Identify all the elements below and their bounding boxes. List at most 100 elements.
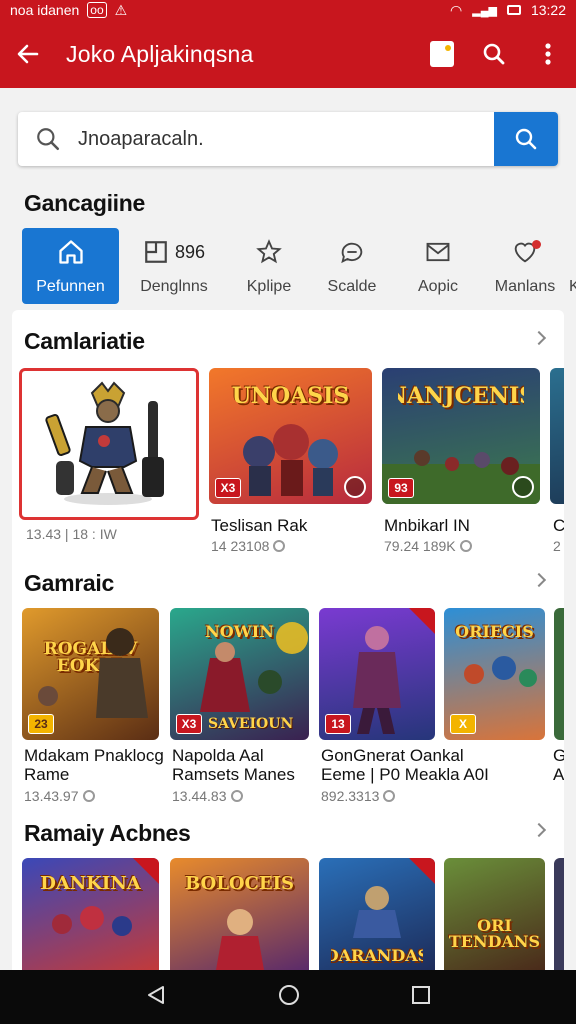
meta-text: 79.24 189K (384, 538, 456, 554)
game-art (52, 906, 132, 936)
search-icon[interactable] (480, 40, 508, 68)
meta-text: 14 23108 (211, 538, 270, 554)
game-meta: 13.44.83 (172, 788, 243, 804)
search-button[interactable] (494, 112, 558, 166)
signal-icon: ▂▄▆ (472, 4, 497, 17)
game-name: Napolda Aal Ramsets Manes (172, 746, 295, 784)
game-banner: ORI TENDANS (448, 916, 541, 951)
chip-label: Manlans (494, 278, 556, 295)
search-bar (18, 112, 558, 166)
game-meta: 13.43.97 (24, 788, 95, 804)
rating-badge: 23 (28, 714, 54, 734)
rating-badge: 13 (325, 714, 351, 734)
search-icon (18, 126, 78, 152)
chip-2[interactable]: 896 Denglnns (119, 228, 229, 304)
game-tile[interactable]: ROGALAV EOKLE 23 (22, 608, 159, 740)
game-name: Mdakam Pnaklocg Rame (24, 746, 164, 784)
game-tile[interactable]: 13 (319, 608, 435, 740)
meta-text: 13.44.83 (172, 788, 227, 804)
meta-text: 2 (553, 538, 561, 554)
game-tile-partial[interactable] (554, 858, 564, 970)
name-line: A (553, 765, 564, 784)
game-art (216, 909, 264, 970)
chip-7[interactable]: Ki (569, 228, 576, 304)
chip-6[interactable]: Manlans (481, 228, 569, 304)
chip-label: Pefunnen (36, 278, 105, 295)
game-meta: 2 (553, 538, 564, 554)
clock: 13:22 (530, 2, 566, 18)
game-tile[interactable]: UNOASIS X3 (209, 368, 372, 504)
game-meta: 13.43 | 18 : IW (26, 526, 117, 542)
name-line: Rame (24, 765, 70, 784)
game-tile[interactable]: DARANDAS (319, 858, 435, 970)
game-name: GA (553, 746, 564, 784)
category-chips: Pefunnen 896 Denglnns Kplipe Scalde Aopi… (22, 228, 576, 304)
rating-badge: X3 (176, 714, 202, 734)
game-tile-selected[interactable] (19, 368, 199, 520)
more-options-icon[interactable] (534, 40, 562, 68)
back-arrow-icon[interactable] (14, 40, 42, 68)
chip-4[interactable]: Scalde (309, 228, 395, 304)
character-illustration (45, 381, 164, 505)
game-tile[interactable]: NOWIN SAVEIOUN X3 (170, 608, 309, 740)
home-circle-icon[interactable] (277, 983, 301, 1012)
game-name: Teslisan Rak (211, 516, 308, 535)
chip-label: Denglnns (140, 278, 208, 295)
name-line: GonGnerat Oankal (321, 746, 464, 765)
download-icon (230, 790, 243, 802)
chip-label: Kplipe (246, 278, 292, 295)
system-nav-bar (0, 970, 576, 1024)
download-icon (383, 790, 396, 802)
chip-3[interactable]: Kplipe (229, 228, 309, 304)
app-title: Joko Apljakinqsna (66, 40, 254, 67)
game-meta: 892.3313 (321, 788, 396, 804)
game-tile[interactable]: BOLOCEIS (170, 858, 309, 970)
grid-icon: 896 (143, 238, 205, 266)
game-tile[interactable]: ORIECIS X (444, 608, 545, 740)
game-name: GonGnerat Oankal Eeme | P0 Meakla A0I (321, 746, 489, 784)
download-icon (82, 790, 95, 802)
app-bar: Joko Apljakinqsna (0, 20, 576, 88)
game-name: C (553, 516, 564, 535)
chip-5[interactable]: Aopic (395, 228, 481, 304)
wifi-icon: ◠ (450, 1, 463, 18)
chip-count: 896 (174, 241, 206, 262)
game-tile[interactable]: ORI TENDANS (444, 858, 545, 970)
recents-square-icon[interactable] (411, 985, 431, 1010)
play-icon (344, 476, 366, 498)
name-line: Mdakam Pnaklocg (24, 746, 164, 765)
section-title: Camlariatie (24, 328, 145, 354)
meta-text: 13.43.97 (24, 788, 79, 804)
game-tile-partial[interactable] (554, 608, 564, 740)
rating-badge: X (450, 714, 476, 734)
battery-icon (506, 5, 521, 15)
rating-badge: X3 (215, 478, 241, 498)
game-name: Mnbikarl IN (384, 516, 470, 535)
download-icon (273, 540, 286, 552)
play-icon (512, 476, 534, 498)
name-line: Ramsets Manes (172, 765, 295, 784)
rating-badge: 93 (388, 478, 414, 498)
name-line: Napolda Aal (172, 746, 264, 765)
chip-home[interactable]: Pefunnen (22, 228, 119, 304)
name-line: G (553, 746, 564, 765)
chip-label: Scalde (327, 278, 377, 295)
meta-text: 892.3313 (321, 788, 380, 804)
search-input[interactable] (78, 127, 494, 151)
back-triangle-icon[interactable] (145, 984, 167, 1011)
game-meta: 79.24 189K (384, 538, 472, 554)
game-subtitle: SAVEIOUN (208, 716, 294, 732)
home-icon (57, 238, 85, 266)
notification-button[interactable] (430, 41, 454, 67)
game-meta: 14 23108 (211, 538, 286, 554)
game-art (353, 886, 401, 938)
section-title: Gamraic (24, 570, 114, 596)
categories-title: Gancagiine (24, 190, 145, 216)
mail-icon (424, 238, 452, 266)
chat-icon (338, 238, 366, 266)
game-tile[interactable]: NANJCENIS 93 (382, 368, 540, 504)
game-tile-partial[interactable] (550, 368, 564, 504)
game-tile[interactable]: DANKINA (22, 858, 159, 970)
status-text: noa idanen (10, 2, 80, 18)
notification-icon: oo (87, 2, 107, 18)
